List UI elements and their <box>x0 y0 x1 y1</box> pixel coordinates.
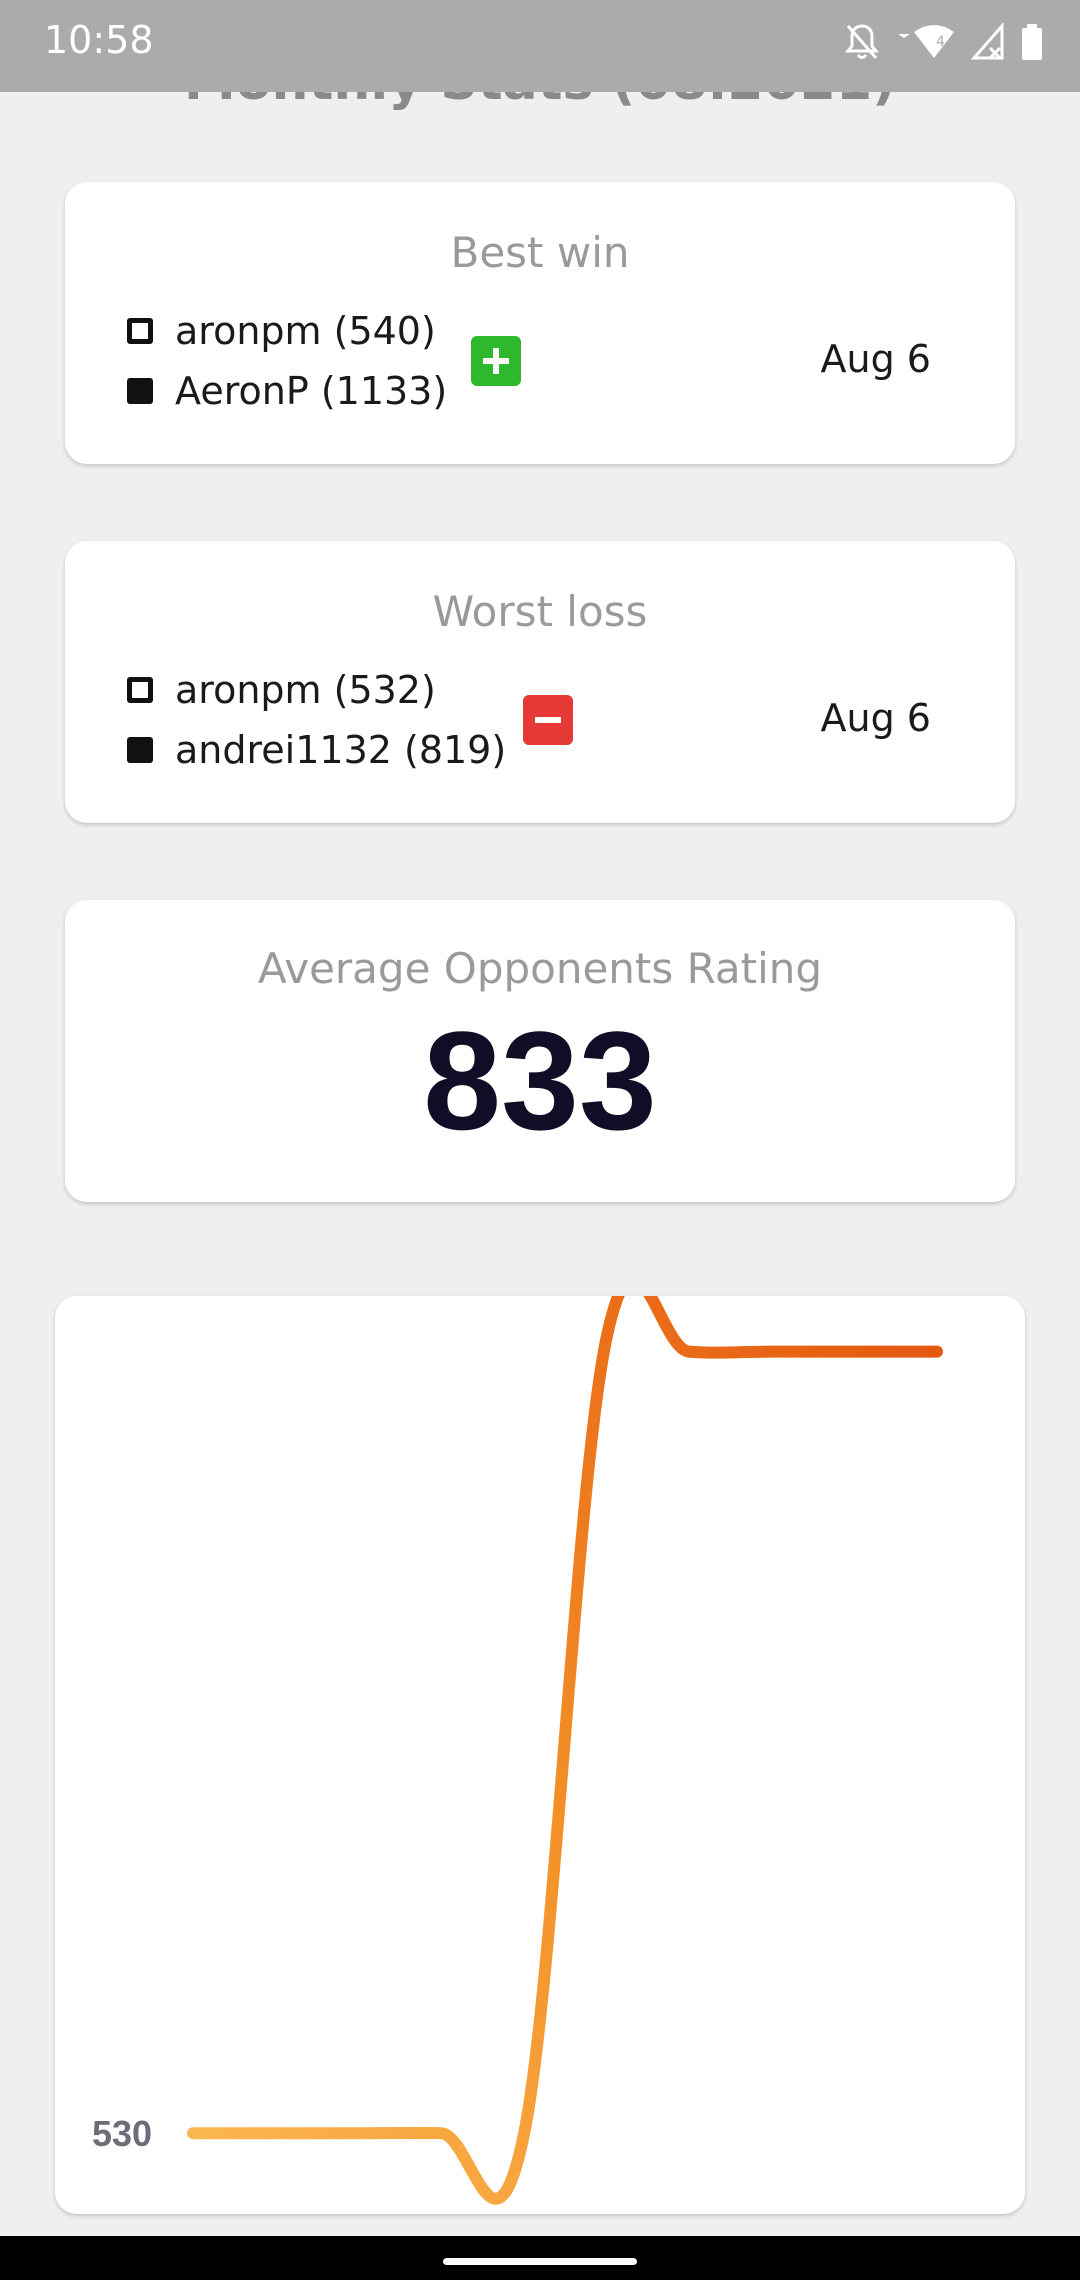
wifi-icon: 4 <box>894 22 956 62</box>
y-axis-tick-label: 530 <box>92 2113 152 2154</box>
black-player-row: AeronP (1133) <box>127 366 447 416</box>
win-badge <box>471 336 521 386</box>
average-rating-title: Average Opponents Rating <box>257 944 823 993</box>
loss-badge <box>523 695 573 745</box>
notifications-off-icon <box>844 22 880 62</box>
cellular-signal-icon <box>970 22 1006 62</box>
battery-icon <box>1020 22 1044 62</box>
minus-icon <box>535 717 561 723</box>
black-player-row: andrei1132 (819) <box>127 725 506 775</box>
navigation-bar <box>0 2236 1080 2280</box>
black-player-label: AeronP (1133) <box>175 369 448 413</box>
white-piece-icon <box>127 677 153 703</box>
black-piece-icon <box>127 737 153 763</box>
status-bar: 10:58 4 <box>0 0 1080 92</box>
worst-loss-title: Worst loss <box>432 587 648 636</box>
home-indicator[interactable] <box>443 2258 637 2265</box>
average-rating-value: 833 <box>423 1002 657 1159</box>
rating-series-line <box>187 1296 943 2205</box>
worst-loss-date: Aug 6 <box>820 696 931 740</box>
network-badge: 4 <box>936 34 945 50</box>
best-win-date: Aug 6 <box>820 337 931 381</box>
status-icons: 4 <box>844 20 1044 64</box>
best-win-card[interactable]: Best win aronpm (540) AeronP (1133) Aug … <box>65 182 1015 464</box>
black-player-label: andrei1132 (819) <box>175 728 507 772</box>
rating-chart: 530 <box>92 1296 943 2205</box>
best-win-title: Best win <box>450 228 630 277</box>
plus-icon <box>483 348 509 374</box>
white-player-row: aronpm (540) <box>127 306 436 356</box>
average-rating-card: Average Opponents Rating 833 <box>65 900 1015 1202</box>
white-player-label: aronpm (532) <box>175 668 436 712</box>
white-piece-icon <box>127 318 153 344</box>
white-player-label: aronpm (540) <box>175 309 436 353</box>
worst-loss-card[interactable]: Worst loss aronpm (532) andrei1132 (819)… <box>65 541 1015 823</box>
status-time: 10:58 <box>44 18 154 62</box>
white-player-row: aronpm (532) <box>127 665 436 715</box>
rating-chart-card: 530 <box>55 1296 1025 2214</box>
black-piece-icon <box>127 378 153 404</box>
